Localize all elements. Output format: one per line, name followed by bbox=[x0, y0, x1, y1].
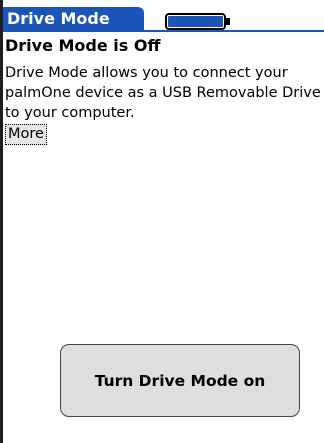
turn-drive-mode-on-button[interactable]: Turn Drive Mode on bbox=[60, 344, 300, 417]
description-text: Drive Mode allows you to connect your pa… bbox=[5, 65, 321, 121]
title-underline bbox=[3, 30, 324, 32]
left-border bbox=[0, 0, 3, 443]
drive-mode-screen: Drive Mode Drive Mode is Off Drive Mode … bbox=[0, 0, 324, 443]
battery-fill bbox=[168, 16, 223, 27]
more-button[interactable]: More bbox=[5, 124, 47, 145]
title-tab[interactable]: Drive Mode bbox=[3, 7, 144, 31]
battery-icon bbox=[165, 13, 230, 30]
app-title: Drive Mode bbox=[7, 9, 110, 28]
page-heading: Drive Mode is Off bbox=[5, 36, 161, 55]
